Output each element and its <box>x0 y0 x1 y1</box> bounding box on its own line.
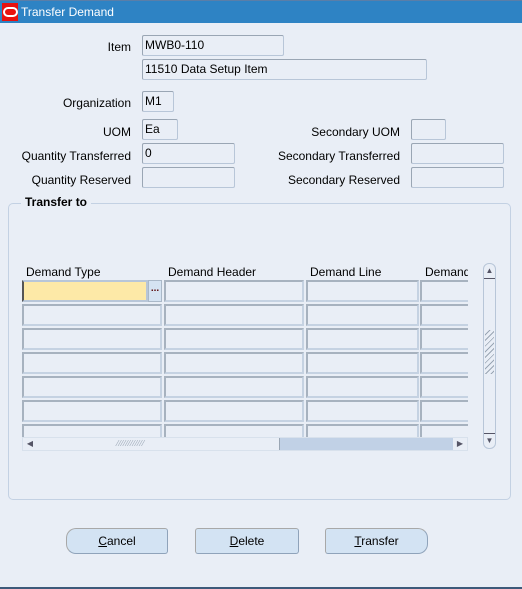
grid-cell-demand-header[interactable] <box>164 424 304 437</box>
column-header-demand-header: Demand Header <box>168 265 257 279</box>
quantity-reserved-label: Quantity Reserved <box>31 173 131 187</box>
horizontal-scroll-thumb[interactable]: ⁄⁄⁄⁄⁄⁄⁄⁄⁄⁄⁄⁄ <box>37 438 280 450</box>
quantity-transferred-field[interactable]: 0 <box>142 143 235 164</box>
grid-cell-demand-line[interactable] <box>306 304 419 326</box>
grid-cell-demand-header[interactable] <box>164 400 304 422</box>
uom-field[interactable]: Ea <box>142 119 178 140</box>
item-field[interactable]: MWB0-110 <box>142 35 284 56</box>
grid-cell-demand-header[interactable] <box>164 352 304 374</box>
grid-cell-demand-header[interactable] <box>164 280 304 302</box>
column-header-demand-type: Demand Type <box>26 265 101 279</box>
item-label: Item <box>107 40 131 54</box>
grid-cell-demand-header[interactable] <box>164 304 304 326</box>
lov-button[interactable]: ... <box>148 280 162 302</box>
uom-label: UOM <box>103 125 131 139</box>
grid-cell-demand-type[interactable] <box>22 400 162 422</box>
grid-cell-demand[interactable] <box>420 280 468 302</box>
cancel-button[interactable]: Cancel <box>66 528 168 554</box>
grid-cell-demand[interactable] <box>420 304 468 326</box>
column-header-demand: Demand <box>425 265 468 279</box>
grid-cell-demand-header[interactable] <box>164 376 304 398</box>
scroll-down-icon[interactable]: ▼ <box>484 433 495 448</box>
delete-button[interactable]: Delete <box>195 528 299 554</box>
cancel-mnemonic: C <box>98 534 107 548</box>
secondary-transferred-field[interactable] <box>411 143 504 164</box>
scroll-left-icon[interactable]: ◀ <box>23 438 37 450</box>
scroll-up-icon[interactable]: ▲ <box>484 264 495 279</box>
organization-field[interactable]: M1 <box>142 91 174 112</box>
grid-cell-demand-type[interactable] <box>22 328 162 350</box>
grid-cell-demand-type[interactable] <box>22 424 162 437</box>
grid-cell-demand-type[interactable] <box>22 352 162 374</box>
horizontal-scrollbar[interactable]: ◀ ⁄⁄⁄⁄⁄⁄⁄⁄⁄⁄⁄⁄ ▶ <box>22 437 468 451</box>
grid-cell-demand-line[interactable] <box>306 376 419 398</box>
grid-cell-demand[interactable] <box>420 376 468 398</box>
transfer-label: ransfer <box>361 534 399 548</box>
grid-cell-demand-type[interactable] <box>22 376 162 398</box>
oracle-logo-icon <box>2 3 18 21</box>
secondary-uom-label: Secondary UOM <box>311 125 400 139</box>
secondary-uom-field[interactable] <box>411 119 446 140</box>
transfer-button[interactable]: Transfer <box>325 528 428 554</box>
window-title: Transfer Demand <box>21 5 114 19</box>
grid-cell-demand-type[interactable] <box>22 304 162 326</box>
vertical-scrollbar[interactable]: ▲ ▼ <box>483 263 496 449</box>
grid-cell-demand-header[interactable] <box>164 328 304 350</box>
vertical-grip-icon <box>485 330 494 374</box>
grid-cell-demand-line[interactable] <box>306 352 419 374</box>
delete-label: elete <box>238 534 265 548</box>
grid-cell-demand[interactable] <box>420 328 468 350</box>
delete-mnemonic: D <box>229 534 239 548</box>
transfer-to-title: Transfer to <box>21 195 92 209</box>
grip-icon: ⁄⁄⁄⁄⁄⁄⁄⁄⁄⁄⁄⁄ <box>117 439 146 448</box>
item-description-field[interactable]: 11510 Data Setup Item <box>142 59 427 80</box>
quantity-transferred-label: Quantity Transferred <box>21 149 131 163</box>
grid-cell-demand[interactable] <box>420 352 468 374</box>
secondary-transferred-label: Secondary Transferred <box>277 149 400 163</box>
title-bar: Transfer Demand <box>0 0 522 23</box>
quantity-reserved-field[interactable] <box>142 167 235 188</box>
grid-cell-demand-type[interactable] <box>22 280 148 302</box>
scroll-right-icon[interactable]: ▶ <box>453 438 467 450</box>
column-header-demand-line: Demand Line <box>310 265 382 279</box>
organization-label: Organization <box>62 96 131 110</box>
grid-cell-demand-line[interactable] <box>306 328 419 350</box>
grid-cell-demand-line[interactable] <box>306 424 419 437</box>
grid-cell-demand[interactable] <box>420 400 468 422</box>
grid-cell-demand[interactable] <box>420 424 468 437</box>
secondary-reserved-label: Secondary Reserved <box>287 173 400 187</box>
grid-cell-demand-line[interactable] <box>306 400 419 422</box>
transfer-to-grid: ... <box>22 280 468 437</box>
grid-cell-demand-line[interactable] <box>306 280 419 302</box>
secondary-reserved-field[interactable] <box>411 167 504 188</box>
cancel-label: ancel <box>106 534 136 548</box>
